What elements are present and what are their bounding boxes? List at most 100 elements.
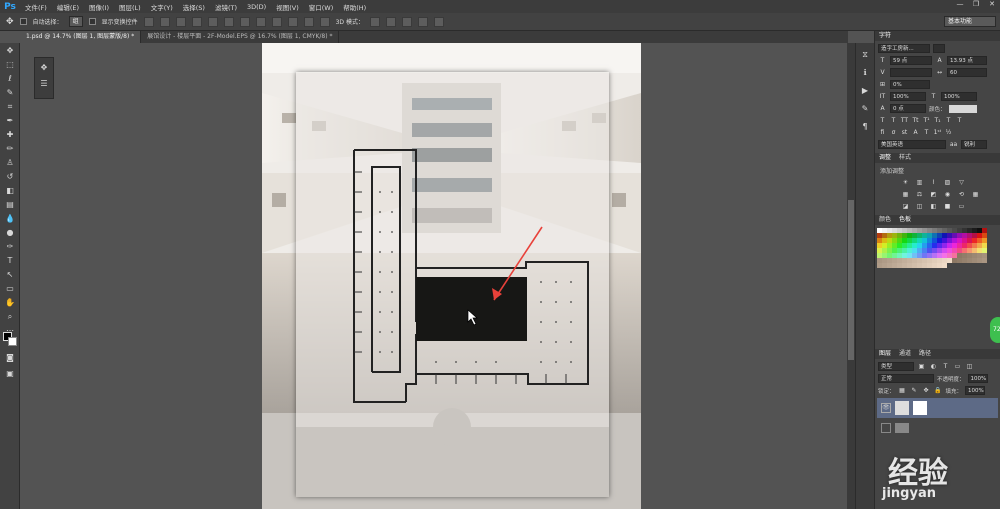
- invert-icon[interactable]: ◪: [901, 202, 910, 211]
- paragraph-panel-icon[interactable]: ¶: [859, 121, 871, 133]
- photo-filter-icon[interactable]: ◉: [943, 190, 952, 199]
- baseline-field[interactable]: 0 点: [890, 104, 926, 113]
- subscript-icon[interactable]: T₁: [933, 116, 942, 125]
- layer-filter-dropdown[interactable]: 类型: [878, 362, 914, 371]
- pen-tool-icon[interactable]: ✑: [4, 241, 16, 253]
- crop-tool-icon[interactable]: ⌗: [4, 101, 16, 113]
- tab-layers[interactable]: 图层: [879, 349, 891, 359]
- align-bottom-icon[interactable]: [175, 16, 186, 27]
- tab-paths[interactable]: 路径: [919, 349, 931, 359]
- color-balance-icon[interactable]: ⚖: [915, 190, 924, 199]
- menu-edit[interactable]: 编辑(E): [52, 2, 84, 12]
- show-transform-checkbox[interactable]: [88, 18, 96, 25]
- color-lookup-icon[interactable]: ▦: [971, 190, 980, 199]
- 3d-drag-icon[interactable]: [401, 16, 412, 27]
- filter-adjust-icon[interactable]: ◐: [929, 362, 938, 371]
- close-button[interactable]: ✕: [984, 0, 1000, 13]
- lock-all-icon[interactable]: 🔒: [934, 386, 943, 395]
- align-vcenter-icon[interactable]: [159, 16, 170, 27]
- tool-preset-icon[interactable]: ✥: [38, 62, 50, 74]
- filter-type-icon[interactable]: T: [941, 362, 950, 371]
- layer-thumbnail[interactable]: [895, 423, 909, 433]
- text-color-swatch[interactable]: [948, 104, 977, 113]
- oldstyle-icon[interactable]: σ: [889, 128, 898, 137]
- layer-thumbnail[interactable]: [895, 401, 909, 415]
- threshold-icon[interactable]: ◧: [929, 202, 938, 211]
- dodge-tool-icon[interactable]: ●: [4, 227, 16, 239]
- visibility-eye-icon[interactable]: [881, 423, 891, 433]
- align-right-icon[interactable]: [223, 16, 234, 27]
- exposure-icon[interactable]: ▨: [943, 178, 952, 187]
- antialias-dropdown[interactable]: 锐利: [961, 140, 987, 149]
- posterize-icon[interactable]: ◫: [915, 202, 924, 211]
- font-style-dropdown[interactable]: [933, 44, 945, 53]
- lock-paint-icon[interactable]: ✎: [910, 386, 919, 395]
- clone-stamp-tool-icon[interactable]: ♙: [4, 157, 16, 169]
- tab-document-1[interactable]: 1.psd @ 14.7% (图层 1, 图层蒙版/8) *: [20, 31, 142, 43]
- menu-window[interactable]: 窗口(W): [304, 2, 339, 12]
- vibrance-icon[interactable]: ▽: [957, 178, 966, 187]
- tab-color[interactable]: 颜色: [879, 215, 891, 225]
- brush-tool-icon[interactable]: ✏: [4, 143, 16, 155]
- menu-type[interactable]: 文字(Y): [146, 2, 178, 12]
- actions-panel-icon[interactable]: ▶: [859, 85, 871, 97]
- quick-mask-icon[interactable]: ◙: [4, 352, 16, 364]
- distribute-top-icon[interactable]: [239, 16, 250, 27]
- levels-icon[interactable]: ▥: [915, 178, 924, 187]
- titling-icon[interactable]: T: [922, 128, 931, 137]
- underline-icon[interactable]: T: [944, 116, 953, 125]
- fill-field[interactable]: 100%: [965, 386, 986, 395]
- lock-move-icon[interactable]: ✥: [922, 386, 931, 395]
- lock-transparent-icon[interactable]: ▦: [898, 386, 907, 395]
- distribute-bottom-icon[interactable]: [271, 16, 282, 27]
- curves-icon[interactable]: ⌇: [929, 178, 938, 187]
- fractions-icon[interactable]: ½: [944, 128, 953, 137]
- align-top-icon[interactable]: [143, 16, 154, 27]
- tab-swatches[interactable]: 色板: [899, 215, 911, 225]
- eyedropper-tool-icon[interactable]: ✒: [4, 115, 16, 127]
- filter-pixel-icon[interactable]: ▣: [917, 362, 926, 371]
- healing-brush-tool-icon[interactable]: ✚: [4, 129, 16, 141]
- minimize-button[interactable]: —: [952, 0, 968, 13]
- scrollbar-thumb[interactable]: [848, 200, 854, 360]
- tool-options-icon[interactable]: ☰: [38, 78, 50, 90]
- 3d-rotate-icon[interactable]: [369, 16, 380, 27]
- visibility-eye-icon[interactable]: 👁: [881, 403, 891, 413]
- move-tool-icon[interactable]: ✥: [4, 45, 16, 57]
- align-left-icon[interactable]: [191, 16, 202, 27]
- alternates-icon[interactable]: A: [911, 128, 920, 137]
- menu-layer[interactable]: 图层(L): [114, 2, 146, 12]
- brightness-icon[interactable]: ☀: [901, 178, 910, 187]
- black-white-icon[interactable]: ◩: [929, 190, 938, 199]
- strikethrough-icon[interactable]: T: [955, 116, 964, 125]
- tab-adjustments[interactable]: 调整: [879, 153, 891, 163]
- menu-filter[interactable]: 滤镜(T): [210, 2, 242, 12]
- brush-panel-icon[interactable]: ✎: [859, 103, 871, 115]
- blur-tool-icon[interactable]: 💧: [4, 213, 16, 225]
- restore-button[interactable]: ❐: [968, 0, 984, 13]
- layer-mask-thumbnail[interactable]: [913, 401, 927, 415]
- font-size-field[interactable]: 59 点: [890, 56, 932, 65]
- hand-tool-icon[interactable]: ✋: [4, 297, 16, 309]
- tab-channels[interactable]: 通道: [899, 349, 911, 359]
- menu-3d[interactable]: 3D(D): [242, 3, 271, 11]
- menu-file[interactable]: 文件(F): [20, 2, 52, 12]
- 3d-slide-icon[interactable]: [417, 16, 428, 27]
- font-family-dropdown[interactable]: 造字工房新...: [878, 44, 930, 53]
- history-panel-icon[interactable]: ⧖: [859, 49, 871, 61]
- layer-mask-paper[interactable]: [296, 72, 609, 497]
- align-hcenter-icon[interactable]: [207, 16, 218, 27]
- superscript-icon[interactable]: T¹: [922, 116, 931, 125]
- zoom-tool-icon[interactable]: ⌕: [4, 311, 16, 323]
- hue-saturation-icon[interactable]: ▦: [901, 190, 910, 199]
- swatches-grid[interactable]: [877, 228, 989, 268]
- background-color-swatch[interactable]: [8, 337, 17, 346]
- menu-view[interactable]: 视图(V): [271, 2, 304, 12]
- move-tool-icon[interactable]: ✥: [6, 17, 14, 27]
- filter-shape-icon[interactable]: ▭: [953, 362, 962, 371]
- quick-select-tool-icon[interactable]: ✎: [4, 87, 16, 99]
- opacity-field[interactable]: 100%: [967, 374, 988, 383]
- gradient-map-icon[interactable]: ▭: [957, 202, 966, 211]
- blend-mode-dropdown[interactable]: 正常: [878, 374, 934, 383]
- distribute-vcenter-icon[interactable]: [255, 16, 266, 27]
